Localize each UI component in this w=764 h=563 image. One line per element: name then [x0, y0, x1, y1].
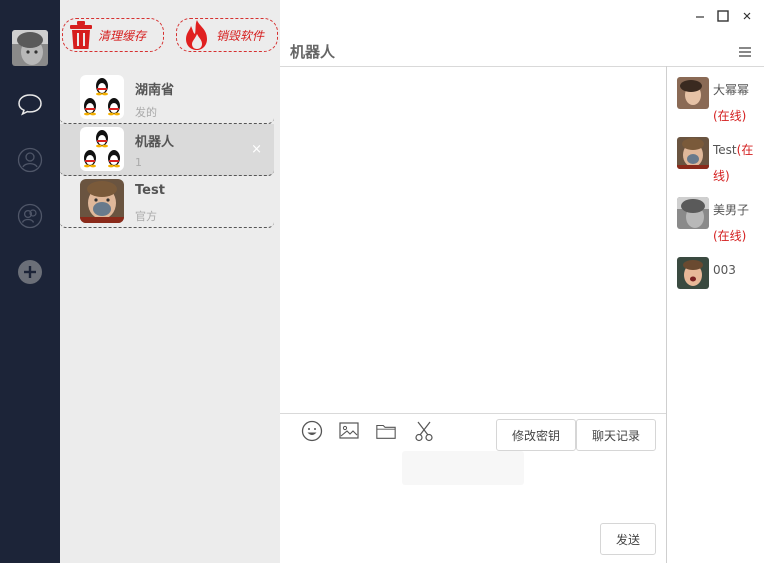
scissors-icon: [415, 421, 433, 442]
left-nav: [0, 0, 60, 563]
member-avatar: [677, 197, 709, 229]
close-button[interactable]: [739, 8, 755, 24]
minimize-icon: [696, 16, 704, 18]
conversation-name: 机器人: [135, 135, 175, 150]
member-item[interactable]: 大幂幂 (在线): [677, 77, 759, 129]
close-icon: [743, 12, 751, 20]
member-item[interactable]: 003: [677, 257, 759, 289]
chat-bubble-icon: [18, 94, 42, 116]
folder-icon: [376, 424, 396, 439]
modify-key-button[interactable]: 修改密钥: [496, 419, 576, 451]
emoji-button[interactable]: [301, 420, 323, 442]
emoji-icon: [301, 420, 323, 442]
send-button[interactable]: 发送: [600, 523, 656, 555]
penguin-avatar: [80, 127, 124, 171]
toolbar-divider: [280, 413, 666, 414]
member-list: 大幂幂 (在线) Test(在线) 美男子 (在线) 003: [667, 66, 764, 563]
nav-groups[interactable]: [17, 203, 43, 229]
conversation-item-active[interactable]: 机器人 1 ×: [60, 124, 274, 176]
message-list[interactable]: [280, 67, 666, 413]
image-button[interactable]: [338, 420, 360, 442]
chat-area: 机器人 修改密钥 聊天记录 发送: [280, 0, 764, 563]
menu-button[interactable]: [738, 46, 752, 61]
member-avatar: [677, 77, 709, 109]
conversation-preview: 发的: [135, 106, 157, 119]
chat-history-button[interactable]: 聊天记录: [576, 419, 656, 451]
image-icon: [339, 422, 359, 439]
conversation-item[interactable]: 湖南省 发的: [60, 72, 274, 124]
member-item[interactable]: Test(在线): [677, 137, 759, 189]
member-status: (在线): [713, 109, 747, 123]
group-icon: [17, 203, 43, 229]
folder-button[interactable]: [375, 420, 397, 442]
destroy-software-button[interactable]: 销毁软件: [176, 18, 278, 52]
message-input[interactable]: [280, 452, 666, 518]
clear-cache-label: 清理缓存: [98, 28, 147, 43]
maximize-icon: [717, 10, 729, 22]
minimize-button[interactable]: [692, 8, 708, 24]
member-avatar: [677, 257, 709, 289]
member-name: Test: [713, 143, 737, 157]
member-avatar: [677, 137, 709, 169]
photo-avatar: [80, 179, 124, 223]
nav-chat[interactable]: [17, 91, 43, 117]
conversation-name: Test: [135, 183, 165, 198]
member-name: 美男子: [713, 203, 750, 217]
conversation-preview: 1: [135, 156, 142, 169]
nav-add[interactable]: [17, 259, 43, 285]
member-status: (在线): [713, 229, 747, 243]
fire-icon: [186, 20, 207, 50]
chat-title: 机器人: [290, 43, 336, 61]
user-icon: [17, 147, 43, 173]
clear-cache-button[interactable]: 清理缓存: [62, 18, 164, 52]
conversation-preview: 官方: [135, 210, 157, 223]
close-conversation-icon[interactable]: ×: [251, 142, 262, 157]
conversation-name: 湖南省: [135, 83, 175, 98]
penguin-avatar: [80, 75, 124, 119]
member-name: 003: [713, 263, 736, 277]
screenshot-button[interactable]: [413, 420, 435, 442]
conversation-panel: 清理缓存 销毁软件 湖南省 发的 机器人 1 × Test 官方: [60, 0, 280, 563]
maximize-button[interactable]: [715, 8, 731, 24]
member-item[interactable]: 美男子 (在线): [677, 197, 759, 249]
conversation-item[interactable]: Test 官方: [60, 176, 274, 228]
add-icon: [18, 260, 42, 284]
trash-icon: [70, 21, 92, 49]
destroy-software-label: 销毁软件: [216, 28, 265, 43]
member-name: 大幂幂: [713, 83, 750, 97]
nav-contacts[interactable]: [17, 147, 43, 173]
my-avatar[interactable]: [12, 30, 48, 66]
hamburger-menu-icon: [739, 47, 751, 57]
